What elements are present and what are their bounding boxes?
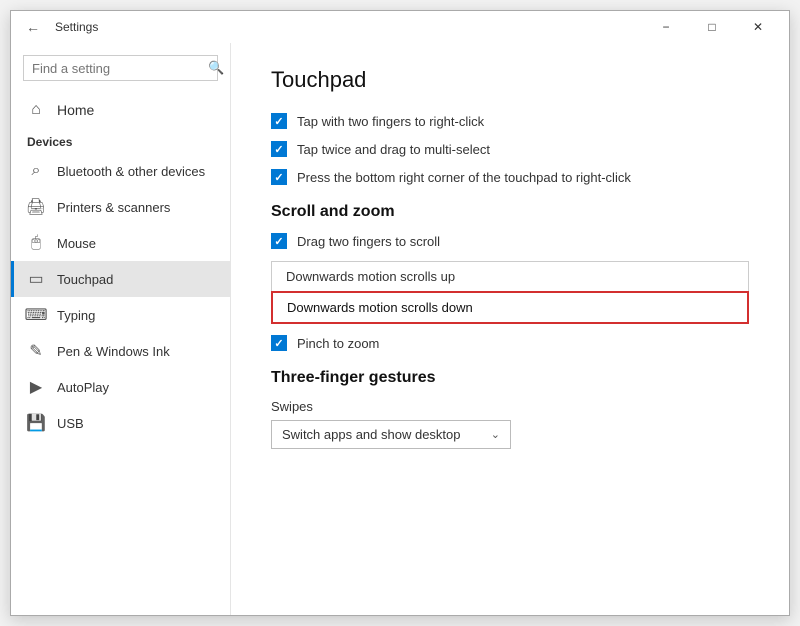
scroll-down-option[interactable]: Downwards motion scrolls down (271, 291, 749, 324)
sidebar-item-bluetooth[interactable]: ⌕ Bluetooth & other devices (11, 153, 230, 189)
content-area: 🔍 ⌂ Home Devices ⌕ Bluetooth & other dev… (11, 43, 789, 615)
sidebar-item-mouse[interactable]: 🖱 Mouse (11, 225, 230, 261)
printer-icon: 🖨 (27, 198, 45, 216)
pen-icon: ✎ (27, 342, 45, 360)
sidebar-item-label: Pen & Windows Ink (57, 344, 170, 359)
search-icon: 🔍 (208, 60, 224, 76)
sidebar-item-typing[interactable]: ⌨ Typing (11, 297, 230, 333)
home-label: Home (57, 102, 94, 118)
typing-icon: ⌨ (27, 306, 45, 324)
two-finger-click-label: Tap with two fingers to right-click (297, 114, 484, 129)
pinch-label: Pinch to zoom (297, 336, 379, 351)
swipes-container: Swipes Switch apps and show desktop ⌄ (271, 399, 749, 449)
sidebar-item-touchpad[interactable]: ▭ Touchpad (11, 261, 230, 297)
two-finger-click-checkbox[interactable] (271, 113, 287, 129)
scroll-up-option[interactable]: Downwards motion scrolls up (271, 261, 749, 292)
touchpad-icon: ▭ (27, 270, 45, 288)
pinch-checkbox[interactable] (271, 335, 287, 351)
bluetooth-icon: ⌕ (27, 162, 45, 180)
swipes-dropdown[interactable]: Switch apps and show desktop ⌄ (271, 420, 511, 449)
page-title: Touchpad (271, 67, 749, 93)
close-button[interactable]: ✕ (735, 11, 781, 43)
search-box[interactable]: 🔍 (23, 55, 218, 81)
scroll-zoom-heading: Scroll and zoom (271, 203, 749, 221)
sidebar-section-label: Devices (11, 127, 230, 153)
sidebar-item-pen[interactable]: ✎ Pen & Windows Ink (11, 333, 230, 369)
three-finger-heading: Three-finger gestures (271, 369, 749, 387)
sidebar: 🔍 ⌂ Home Devices ⌕ Bluetooth & other dev… (11, 43, 231, 615)
sidebar-item-printers[interactable]: 🖨 Printers & scanners (11, 189, 230, 225)
sidebar-item-autoplay[interactable]: ▶ AutoPlay (11, 369, 230, 405)
bottom-right-checkbox[interactable] (271, 169, 287, 185)
double-tap-label: Tap twice and drag to multi-select (297, 142, 490, 157)
window-controls: − □ ✕ (643, 11, 781, 43)
main-content: Touchpad Tap with two fingers to right-c… (231, 43, 789, 615)
sidebar-item-label: Printers & scanners (57, 200, 170, 215)
autoplay-icon: ▶ (27, 378, 45, 396)
sidebar-item-label: Touchpad (57, 272, 113, 287)
sidebar-item-label: Mouse (57, 236, 96, 251)
settings-window: ← Settings − □ ✕ 🔍 ⌂ Home Devices ⌕ Blue… (10, 10, 790, 616)
usb-icon: 💾 (27, 414, 45, 432)
window-title: Settings (55, 20, 643, 34)
sidebar-item-label: Typing (57, 308, 95, 323)
two-finger-click-row: Tap with two fingers to right-click (271, 113, 749, 129)
drag-scroll-row: Drag two fingers to scroll (271, 233, 749, 249)
bottom-right-row: Press the bottom right corner of the tou… (271, 169, 749, 185)
drag-scroll-label: Drag two fingers to scroll (297, 234, 440, 249)
drag-scroll-checkbox[interactable] (271, 233, 287, 249)
minimize-button[interactable]: − (643, 11, 689, 43)
maximize-button[interactable]: □ (689, 11, 735, 43)
swipes-label: Swipes (271, 399, 749, 414)
back-button[interactable]: ← (19, 13, 47, 41)
sidebar-item-label: Bluetooth & other devices (57, 164, 205, 179)
sidebar-item-label: AutoPlay (57, 380, 109, 395)
pinch-row: Pinch to zoom (271, 335, 749, 351)
double-tap-row: Tap twice and drag to multi-select (271, 141, 749, 157)
mouse-icon: 🖱 (27, 234, 45, 252)
swipes-value: Switch apps and show desktop (282, 427, 461, 442)
home-icon: ⌂ (27, 101, 45, 119)
chevron-down-icon: ⌄ (491, 428, 500, 441)
bottom-right-label: Press the bottom right corner of the tou… (297, 170, 631, 185)
double-tap-checkbox[interactable] (271, 141, 287, 157)
scroll-options-group: Downwards motion scrolls up Downwards mo… (271, 261, 749, 323)
sidebar-item-usb[interactable]: 💾 USB (11, 405, 230, 441)
sidebar-item-home[interactable]: ⌂ Home (11, 93, 230, 127)
titlebar: ← Settings − □ ✕ (11, 11, 789, 43)
sidebar-item-label: USB (57, 416, 84, 431)
search-input[interactable] (32, 61, 208, 76)
